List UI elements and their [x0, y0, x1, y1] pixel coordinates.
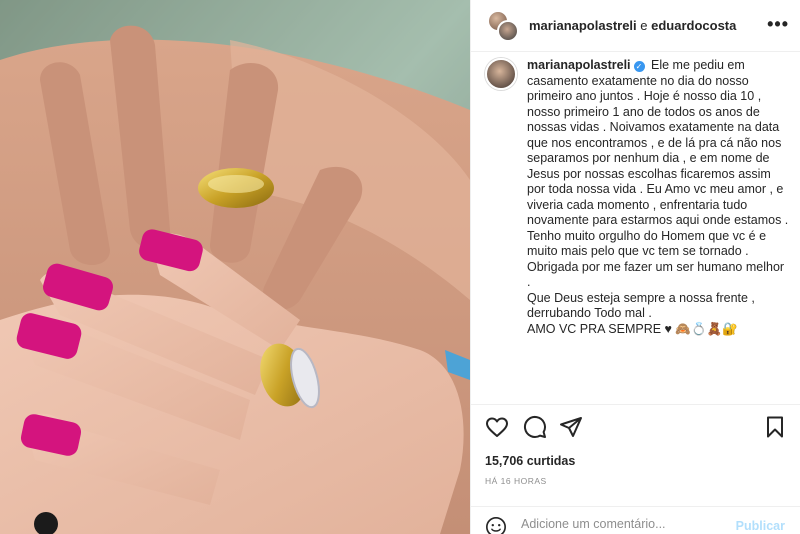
caption-paragraph: AMO VC PRA SEMPRE ♥ 🙈💍🧸🔐	[527, 321, 738, 336]
caption-paragraph: Que Deus esteja sempre a nossa frente , …	[527, 290, 755, 321]
caption-section: marianapolastreli ✓ Ele me pediu em casam…	[471, 52, 800, 404]
emoji-icon[interactable]	[485, 516, 507, 534]
likes-count[interactable]: 15,706 curtidas	[485, 454, 575, 468]
post-side-panel: marianapolastreli e eduardocosta ••• mar…	[470, 0, 800, 534]
verified-badge-icon: ✓	[633, 61, 645, 72]
bookmark-icon[interactable]	[763, 415, 787, 439]
post-timestamp[interactable]: HÁ 16 HORAS	[485, 476, 547, 486]
more-options-icon[interactable]: •••	[767, 14, 789, 35]
caption-paragraph: Tenho muito orgulho do Homem que vc é e …	[527, 228, 785, 290]
coauthor-username-link[interactable]: eduardocosta	[651, 18, 736, 33]
post-authors: marianapolastreli e eduardocosta	[529, 18, 736, 33]
avatar	[497, 20, 519, 42]
comment-icon[interactable]	[523, 415, 547, 439]
post-actions	[471, 404, 800, 448]
caption-username-link[interactable]: marianapolastreli	[527, 58, 631, 72]
authors-separator: e	[636, 18, 652, 33]
comment-bar: Publicar	[471, 506, 800, 534]
comment-input[interactable]	[521, 517, 711, 531]
photo-hands-rings	[0, 0, 470, 534]
caption-text: marianapolastreli ✓ Ele me pediu em casam…	[527, 58, 789, 337]
caption-body: Ele me pediu em casamento exatamente no …	[527, 58, 789, 227]
collab-avatars[interactable]	[487, 10, 523, 44]
post-header: marianapolastreli e eduardocosta •••	[471, 0, 800, 52]
share-icon[interactable]	[559, 415, 583, 439]
author-username-link[interactable]: marianapolastreli	[529, 18, 637, 33]
avatar[interactable]	[485, 58, 517, 90]
heart-icon[interactable]	[485, 415, 509, 439]
publish-button[interactable]: Publicar	[736, 519, 785, 533]
post-photo[interactable]	[0, 0, 470, 534]
tag-people-icon[interactable]	[34, 512, 58, 534]
